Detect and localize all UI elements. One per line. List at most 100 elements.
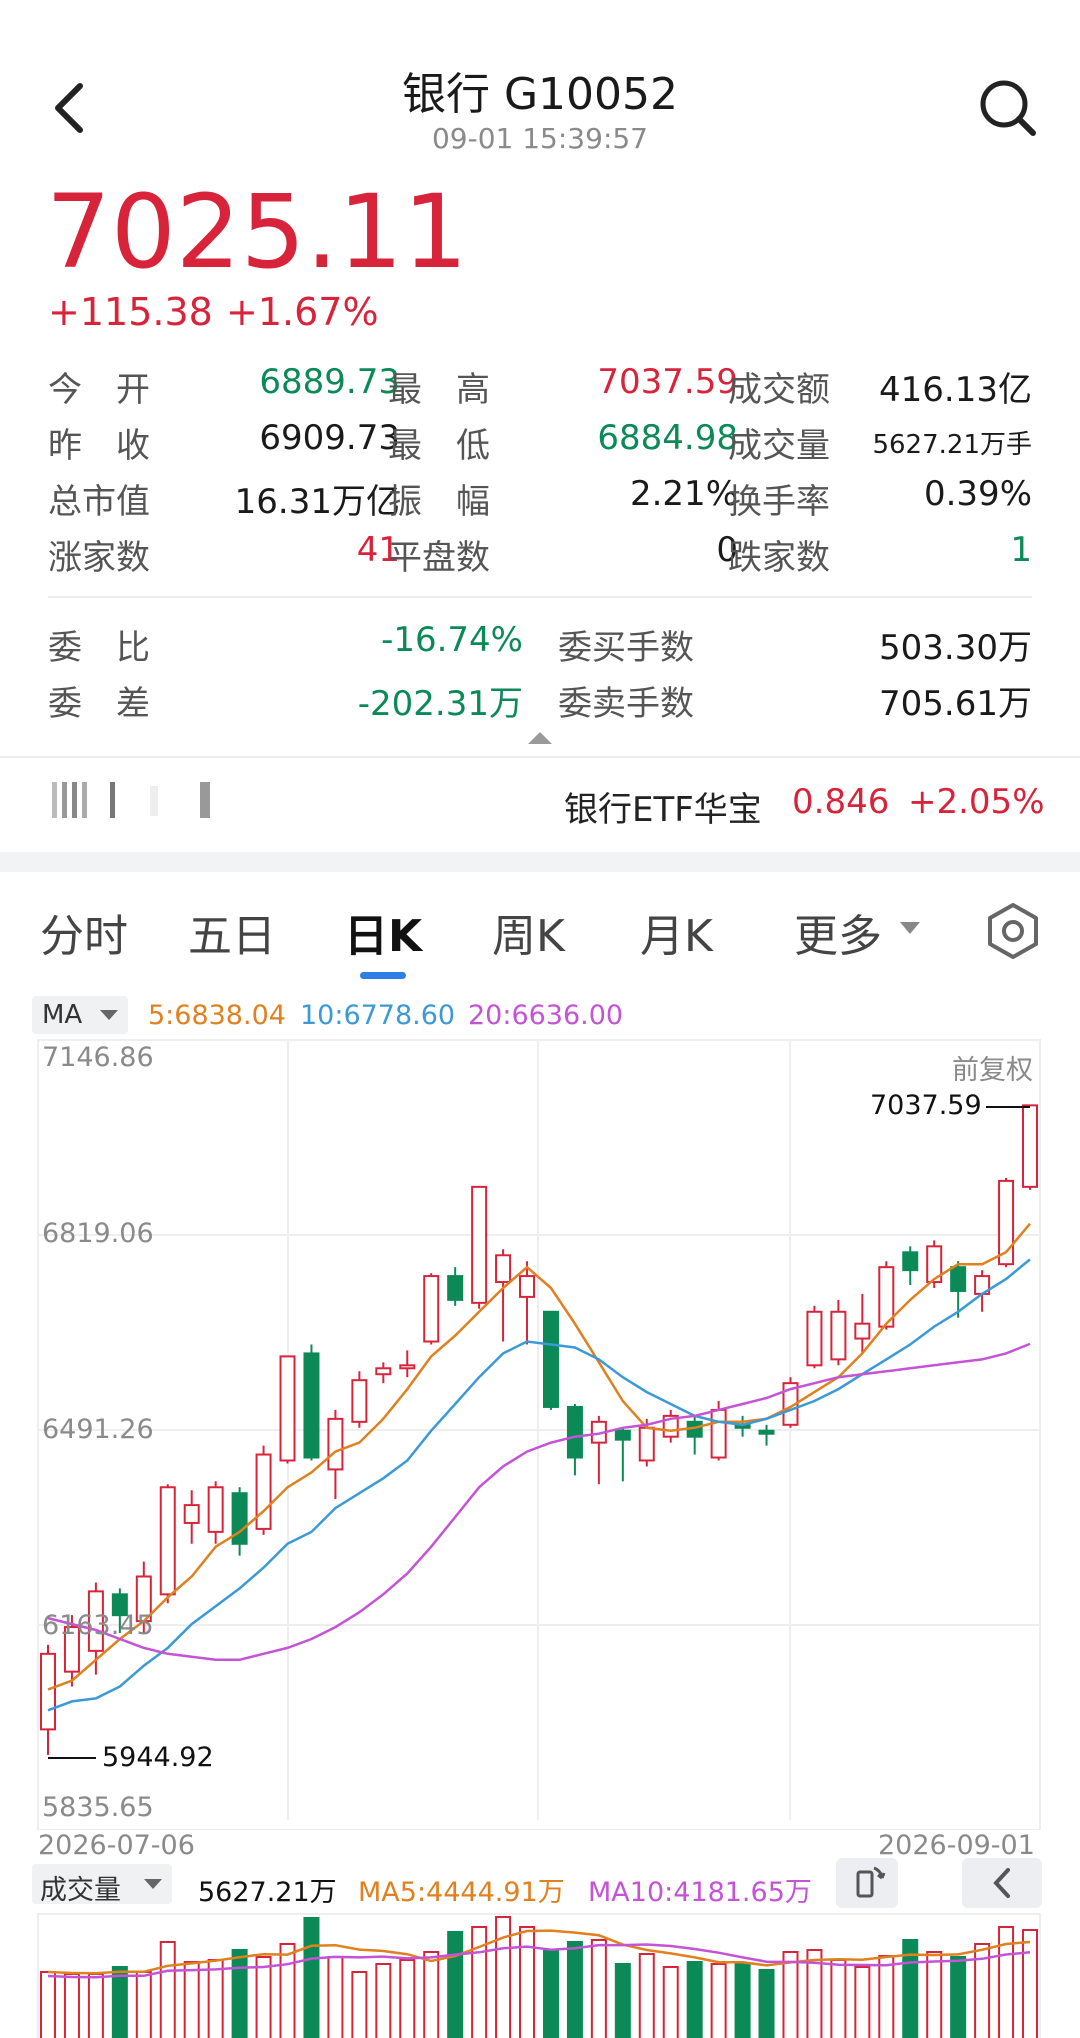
low-marker-line [48, 1757, 96, 1759]
collapse-left-icon[interactable] [962, 1858, 1042, 1908]
back-icon[interactable] [50, 78, 90, 138]
candle-up [495, 1254, 512, 1284]
volume-ma10-legend: MA10:4181.65万 [588, 1877, 812, 1908]
candle-down [950, 1266, 967, 1292]
candle-down [303, 1352, 320, 1459]
high-price-marker: 7037.59 [870, 1090, 982, 1121]
volume-bar [662, 1966, 679, 2038]
adjustment-label[interactable]: 前复权 [952, 1048, 1033, 1087]
date-end-label: 2026-09-01 [878, 1830, 1035, 1861]
open-value: 6889.73 [259, 362, 400, 402]
volume-bar [926, 1951, 943, 2038]
volume-bar [111, 1966, 128, 2038]
volume-bar [87, 1973, 104, 2038]
high-marker-line [986, 1106, 1030, 1108]
settings-hexagon-icon[interactable] [986, 902, 1040, 960]
volume-bar [399, 1959, 416, 2038]
volume-bar [279, 1943, 296, 2038]
candle-up [806, 1310, 823, 1367]
tab-more[interactable]: 更多 [794, 900, 882, 964]
candle-down [758, 1429, 775, 1435]
candle-up [638, 1426, 655, 1462]
amplitude-label: 振 幅 [388, 482, 490, 522]
candle-down [566, 1405, 583, 1459]
turnover-label: 换手率 [728, 482, 830, 522]
volume-value: 5627.21万手 [872, 430, 1032, 460]
volume-bar [734, 1963, 751, 2038]
volume-chart[interactable] [0, 1912, 1080, 2038]
candlestick-chart[interactable] [0, 1030, 1080, 1830]
volume-bar [590, 1939, 607, 2038]
divider [0, 756, 1080, 758]
order-ratio-value: -16.74% [381, 620, 523, 660]
ma5-legend: 5:6838.04 [148, 1000, 286, 1031]
volume-bar [758, 1969, 775, 2038]
ma10-legend: 10:6778.60 [300, 1000, 456, 1031]
ma20-legend: 20:6636.00 [468, 1000, 624, 1031]
tab-weekly-k[interactable]: 周K [492, 900, 565, 964]
candle-up [279, 1355, 296, 1462]
tab-monthly-k[interactable]: 月K [640, 900, 713, 964]
volume-bar [710, 1963, 727, 2038]
tab-intraday[interactable]: 分时 [40, 900, 128, 964]
low-price-marker: 5944.92 [102, 1742, 214, 1773]
y-tick-label: 5835.65 [42, 1792, 154, 1823]
volume-bar [303, 1917, 320, 2038]
candle-up [351, 1379, 368, 1423]
volume-bar [614, 1963, 631, 2038]
update-time: 09-01 15:39:57 [431, 122, 648, 155]
flat-count-label: 平盘数 [388, 538, 490, 578]
candle-up [159, 1486, 176, 1596]
order-diff-value: -202.31万 [357, 684, 523, 724]
turnover-value: 0.39% [923, 474, 1032, 514]
order-summary: 委 比 -16.74% 委买手数 503.30万 委 差 -202.31万 委卖… [48, 620, 1032, 724]
low-label: 最 低 [388, 426, 490, 466]
chevron-down-icon[interactable] [898, 920, 922, 936]
candle-down [542, 1310, 559, 1408]
ma-selector[interactable]: MA [32, 996, 128, 1034]
y-tick-label: 6163.45 [42, 1610, 154, 1641]
candle-up [207, 1486, 224, 1533]
volume-bar [447, 1931, 464, 2038]
ask-volume-value: 705.61万 [879, 684, 1032, 724]
candle-up [40, 1652, 56, 1731]
high-value: 7037.59 [597, 362, 738, 402]
etf-change: +2.05% [908, 782, 1045, 822]
volume-bar [159, 1941, 176, 2038]
amount-value: 416.13亿 [879, 370, 1032, 410]
volume-selector[interactable]: 成交量 [32, 1864, 172, 1906]
volume-bar [231, 1949, 248, 2038]
mcap-value: 16.31万亿 [234, 482, 400, 522]
etf-name[interactable]: 银行ETF华宝 [564, 782, 762, 831]
y-tick-label: 7146.86 [42, 1042, 154, 1073]
volume-bar [830, 1959, 847, 2038]
candle-up [830, 1310, 847, 1361]
current-price: 7025.11 [46, 173, 468, 292]
volume-bar [878, 1955, 895, 2038]
candle-down [447, 1275, 464, 1301]
rotate-screen-icon[interactable] [836, 1858, 898, 1908]
amount-label: 成交额 [728, 370, 830, 410]
volume-ma5-legend: MA5:4444.91万 [358, 1877, 565, 1908]
volume-bar [327, 1956, 344, 2038]
amplitude-value: 2.21% [629, 474, 738, 514]
collapse-arrow-icon[interactable] [526, 728, 554, 746]
tab-five-day[interactable]: 五日 [188, 900, 276, 964]
bid-volume-label: 委买手数 [558, 628, 694, 668]
volume-bar [542, 1949, 559, 2038]
candle-up [183, 1504, 200, 1524]
volume-bar [183, 1961, 200, 2038]
price-change-pct: +1.67% [226, 290, 379, 334]
volume-bar [950, 1956, 967, 2038]
price-change: +115.38 [48, 290, 213, 334]
tab-daily-k[interactable]: 日K [344, 900, 422, 964]
search-icon[interactable] [978, 78, 1038, 138]
candle-down [614, 1429, 631, 1441]
y-tick-label: 6491.26 [42, 1414, 154, 1445]
candle-up [519, 1275, 536, 1298]
order-diff-label: 委 差 [48, 684, 150, 724]
up-count-label: 涨家数 [48, 538, 150, 578]
volume-bar [351, 1971, 368, 2038]
volume-bar [1022, 1929, 1038, 2038]
volume-bar [375, 1963, 392, 2038]
